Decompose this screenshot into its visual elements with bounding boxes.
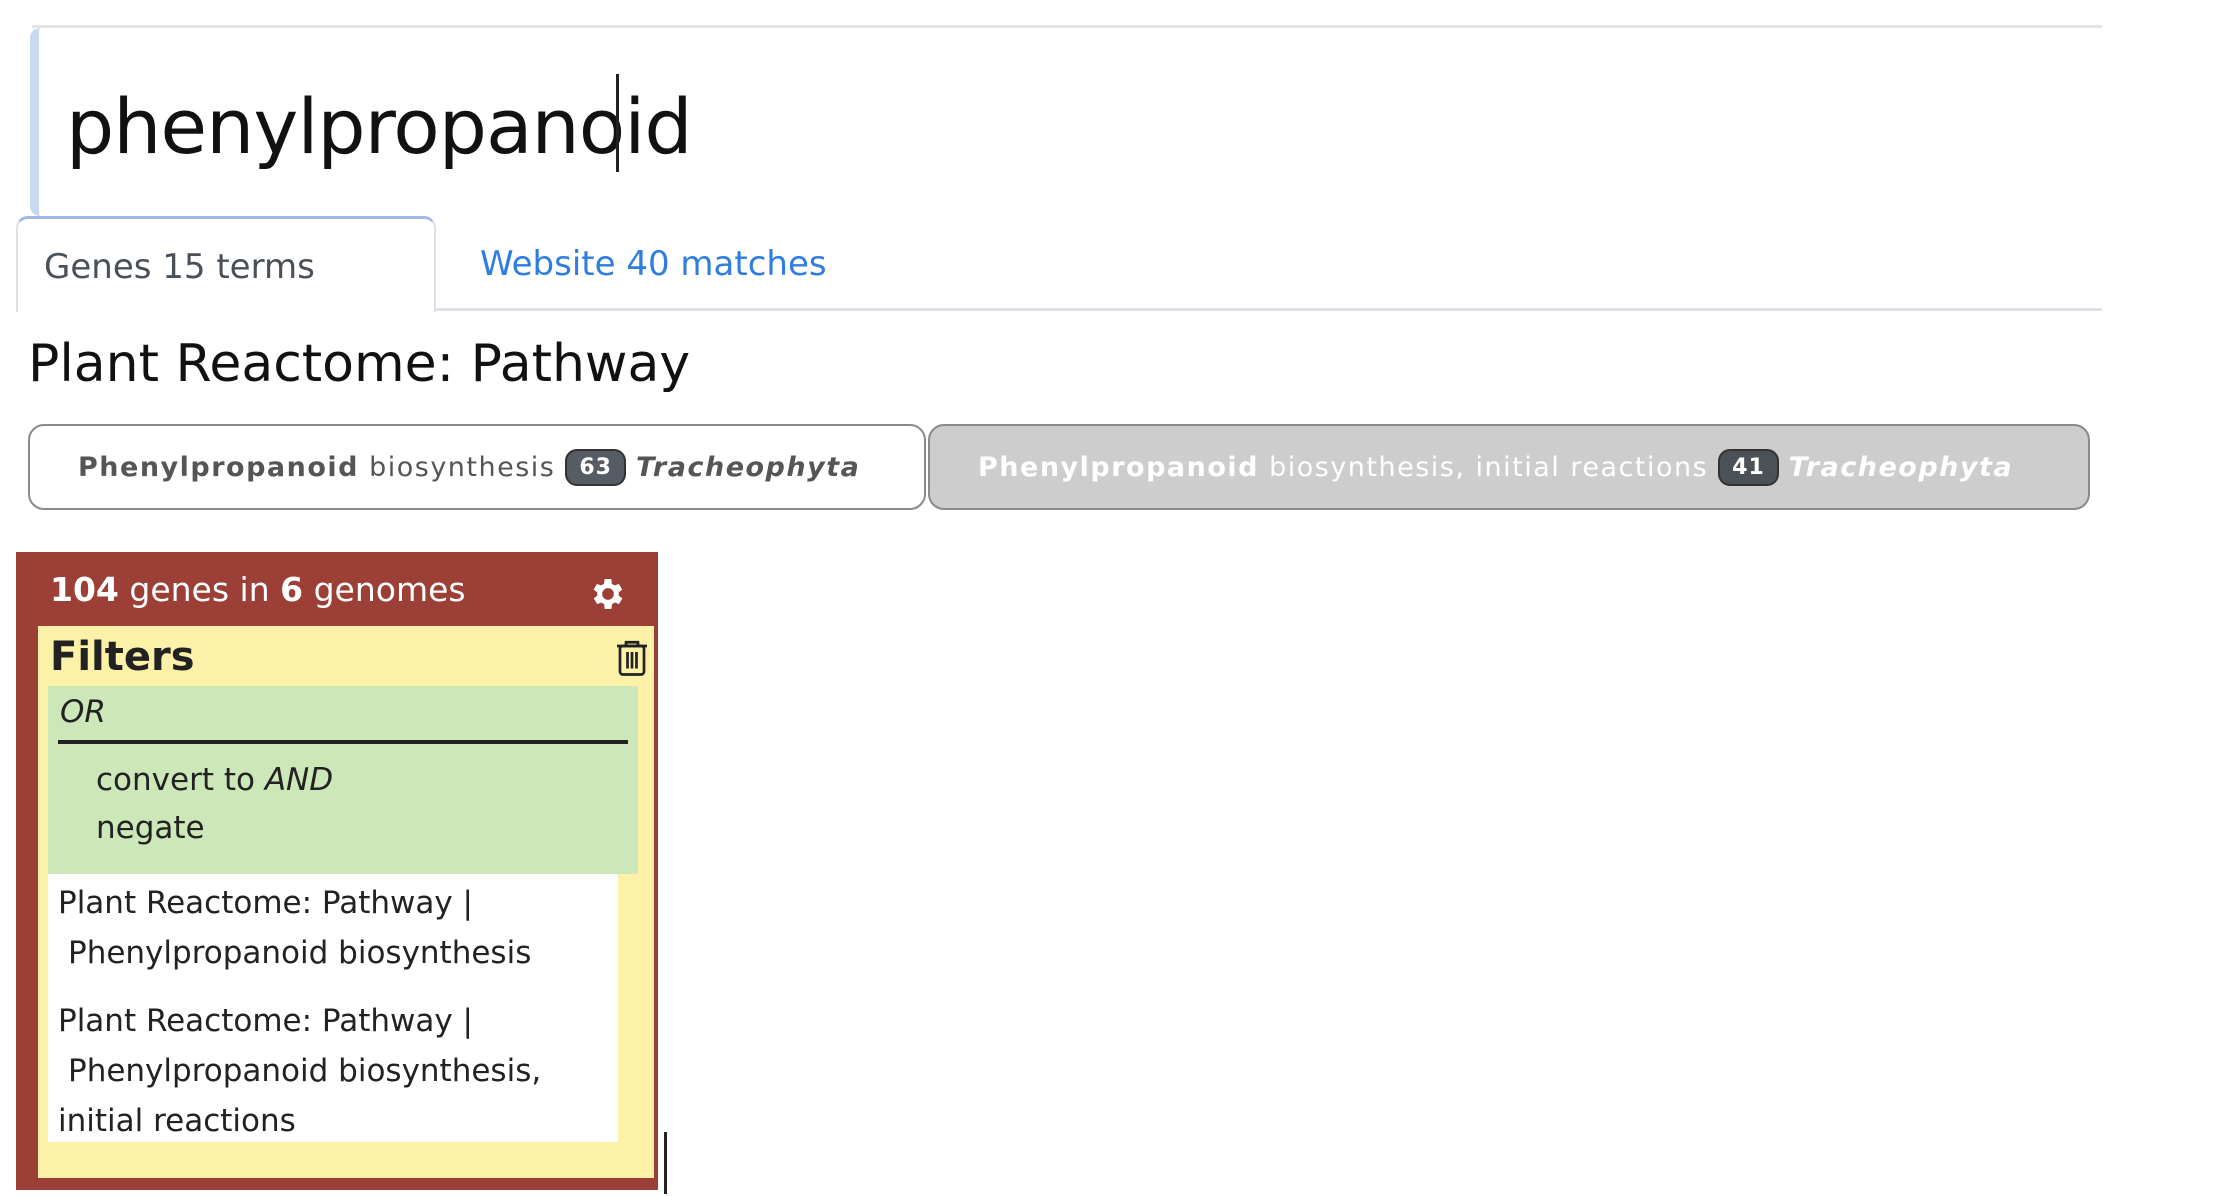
or-group: OR convert to AND negate xyxy=(48,686,638,874)
pathway-name-rest: biosynthesis xyxy=(369,451,556,483)
negate-option[interactable]: negate xyxy=(96,810,205,846)
pathway-name-rest: biosynthesis, initial reactions xyxy=(1269,451,1709,483)
convert-prefix: convert to xyxy=(96,762,255,798)
filter-term[interactable]: Plant Reactome: Pathway | Phenylpropanoi… xyxy=(58,996,618,1146)
pathway-count-badge: 63 xyxy=(565,448,626,486)
pathway-taxon: Tracheophyta xyxy=(635,451,861,483)
filter-term[interactable]: Plant Reactome: Pathway | Phenylpropanoi… xyxy=(58,878,618,978)
trash-icon[interactable] xyxy=(614,638,650,678)
results-panel: 104 genes in 6 genomes Filters OR conver… xyxy=(16,552,658,1190)
text-caret xyxy=(616,74,619,172)
tab-website[interactable]: Website 40 matches xyxy=(480,244,827,284)
operator-label[interactable]: OR xyxy=(60,694,106,730)
section-title: Plant Reactome: Pathway xyxy=(28,334,691,394)
gear-icon[interactable] xyxy=(588,574,628,614)
term-line: Plant Reactome: Pathway | xyxy=(58,885,474,921)
term-line: initial reactions xyxy=(58,1103,296,1139)
pathway-count-badge: 41 xyxy=(1718,448,1779,486)
filters-title: Filters xyxy=(50,634,195,680)
term-line: Plant Reactome: Pathway | xyxy=(58,1003,474,1039)
term-line: Phenylpropanoid biosynthesis, xyxy=(68,1053,542,1089)
search-query-text[interactable]: phenylpropanoid xyxy=(66,72,693,182)
genome-count: 6 xyxy=(280,570,304,609)
filters-box: Filters OR convert to AND negate Plant R… xyxy=(38,626,654,1178)
genomes-label: genomes xyxy=(313,570,466,609)
pathway-pill-biosynthesis[interactable]: Phenylpropanoid biosynthesis 63 Tracheop… xyxy=(28,424,926,510)
pathway-pill-initial-reactions[interactable]: Phenylpropanoid biosynthesis, initial re… xyxy=(928,424,2090,510)
genes-label: genes in xyxy=(129,570,270,609)
convert-target: AND xyxy=(264,762,334,798)
operator-divider xyxy=(58,740,628,744)
term-line: Phenylpropanoid biosynthesis xyxy=(68,935,532,971)
filter-terms-list: Plant Reactome: Pathway | Phenylpropanoi… xyxy=(48,874,618,1142)
pathway-taxon: Tracheophyta xyxy=(1788,451,2014,483)
pathway-name-bold: Phenylpropanoid xyxy=(78,451,359,483)
pathway-name-bold: Phenylpropanoid xyxy=(978,451,1259,483)
results-summary: 104 genes in 6 genomes xyxy=(50,570,466,609)
text-cursor xyxy=(664,1132,667,1194)
tab-genes-label: Genes 15 terms xyxy=(44,247,315,287)
gene-count: 104 xyxy=(50,570,119,609)
convert-to-and-option[interactable]: convert to AND xyxy=(96,762,333,798)
tab-genes[interactable]: Genes 15 terms xyxy=(16,216,436,312)
